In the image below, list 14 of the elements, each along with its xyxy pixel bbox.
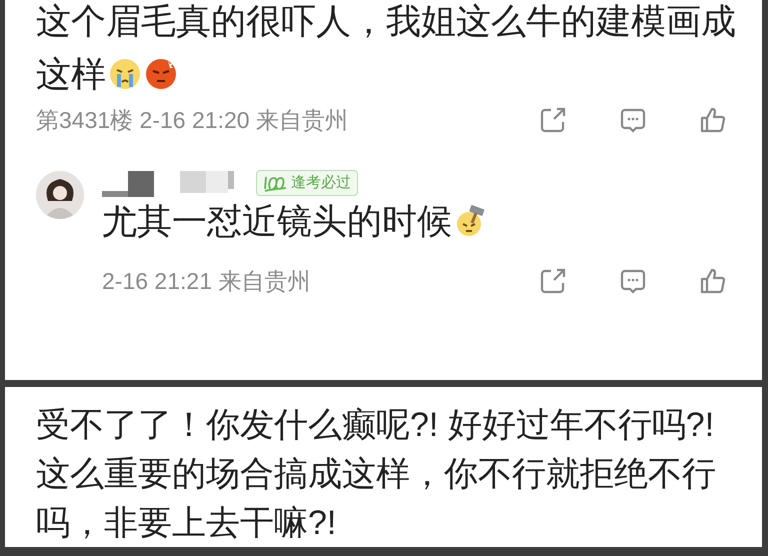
- thumbs-up-icon[interactable]: [698, 266, 728, 296]
- thumbs-up-icon[interactable]: [698, 105, 728, 135]
- reply-text: 尤其一怼近镜头的时候: [102, 195, 488, 248]
- avatar: [36, 171, 84, 219]
- comment-meta: 2-16 21:21 来自贵州: [102, 267, 310, 296]
- comment-meta: 第3431楼 2-16 21:20 来自贵州: [36, 106, 348, 135]
- crying-face-icon: [108, 57, 142, 91]
- hundred-points-icon: [263, 174, 287, 192]
- share-icon[interactable]: [538, 266, 568, 296]
- post-text: 受不了了！你发什么癫呢?! 好好过年不行吗?! 这么重要的场合搞成这样，你不行就拒绝不行吗，非要上去干嘛?!: [36, 405, 717, 544]
- badge-label: 逢考必过: [291, 172, 351, 193]
- angry-face-icon: [144, 57, 178, 91]
- comment-text: 这个眉毛真的很吓人，我姐这么牛的建模画成这样: [36, 1, 737, 96]
- share-icon[interactable]: [538, 105, 568, 135]
